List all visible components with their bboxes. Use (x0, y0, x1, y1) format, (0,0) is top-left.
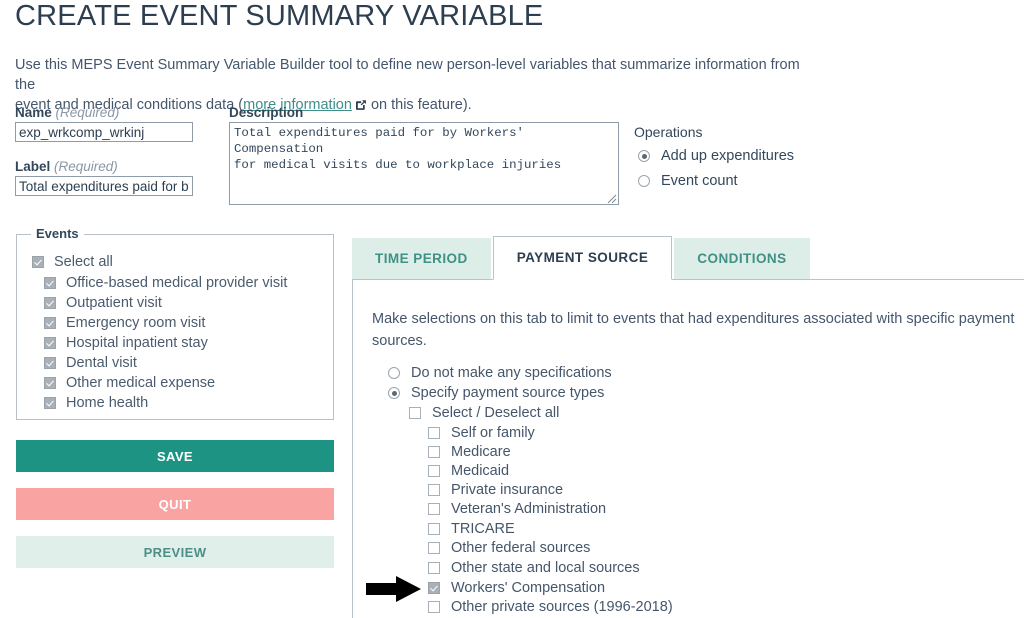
operation-label-add-up-expenditures: Add up expenditures (661, 148, 795, 164)
name-required-note: (Required) (55, 105, 120, 120)
event-item-other-medical-expense[interactable]: Other medical expense (44, 375, 215, 391)
event-item-label: Outpatient visit (66, 295, 162, 311)
payment-source-label: Medicare (451, 444, 511, 460)
payment-source-medicare[interactable]: Medicare (428, 444, 511, 460)
checkbox-icon-other-medical-expense[interactable] (44, 377, 56, 389)
checkbox-icon-tricare[interactable] (428, 523, 440, 535)
annotation-arrow-icon (366, 575, 422, 603)
description-textarea[interactable]: Total expenditures paid for by Workers' … (229, 122, 619, 205)
payment-source-other-federal-sources[interactable]: Other federal sources (428, 540, 590, 556)
events-select-all-label: Select all (54, 254, 113, 270)
quit-button[interactable]: QUIT (16, 488, 334, 520)
checkbox-icon-select-deselect-all[interactable] (409, 407, 421, 419)
checkbox-icon-outpatient-visit[interactable] (44, 297, 56, 309)
payment-source-select-deselect-all-label: Select / Deselect all (432, 405, 560, 421)
event-item-emergency-room-visit[interactable]: Emergency room visit (44, 315, 205, 331)
event-item-home-health[interactable]: Home health (44, 395, 148, 411)
checkbox-icon-home-health[interactable] (44, 397, 56, 409)
checkbox-icon-other-state-and-local-sources[interactable] (428, 562, 440, 574)
payment-source-mode-no-specifications[interactable]: Do not make any specifications (388, 365, 612, 381)
event-item-label: Emergency room visit (66, 315, 206, 331)
event-item-label: Office-based medical provider visit (66, 275, 288, 291)
payment-source-other-state-and-local-sources[interactable]: Other state and local sources (428, 560, 640, 576)
tab-bar: TIME PERIOD PAYMENT SOURCE CONDITIONS (352, 236, 810, 280)
payment-source-mode-specify-types[interactable]: Specify payment source types (388, 385, 604, 401)
payment-source-workers-compensation[interactable]: Workers' Compensation (428, 580, 605, 596)
event-item-label: Other medical expense (66, 375, 216, 391)
checkbox-icon-self-or-family[interactable] (428, 427, 440, 439)
payment-source-private-insurance[interactable]: Private insurance (428, 482, 563, 498)
save-button[interactable]: SAVE (16, 440, 334, 472)
checkbox-icon-workers-compensation[interactable] (428, 582, 440, 594)
payment-source-label: Other state and local sources (451, 560, 640, 576)
checkbox-icon-veterans-administration[interactable] (428, 503, 440, 515)
radio-icon-no-specifications[interactable] (388, 367, 400, 379)
checkbox-icon-medicare[interactable] (428, 446, 440, 458)
checkbox-icon-private-insurance[interactable] (428, 484, 440, 496)
payment-source-mode-label: Specify payment source types (411, 385, 605, 401)
event-item-office-based-medical-provider-visit[interactable]: Office-based medical provider visit (44, 275, 287, 291)
checkbox-icon-medicaid[interactable] (428, 465, 440, 477)
payment-source-label: Private insurance (451, 482, 564, 498)
payment-source-label: Medicaid (451, 463, 510, 479)
checkbox-icon-select-all[interactable] (32, 256, 44, 268)
tab-time-period[interactable]: TIME PERIOD (352, 238, 491, 280)
payment-source-label: Other private sources (1996-2018) (451, 599, 673, 615)
payment-source-label: Self or family (451, 425, 535, 441)
preview-button[interactable]: PREVIEW (16, 536, 334, 568)
payment-source-tricare[interactable]: TRICARE (428, 521, 515, 537)
payment-source-select-deselect-all[interactable]: Select / Deselect all (409, 405, 559, 421)
label-input[interactable] (15, 176, 193, 196)
radio-icon-add-up-expenditures[interactable] (638, 150, 650, 162)
intro-line-2-suffix: on this feature). (366, 97, 472, 113)
intro-paragraph: Use this MEPS Event Summary Variable Bui… (15, 55, 815, 115)
external-link-icon (355, 97, 367, 110)
tab-conditions[interactable]: CONDITIONS (674, 238, 810, 280)
radio-icon-event-count[interactable] (638, 175, 650, 187)
payment-source-label: Veteran's Administration (451, 501, 607, 517)
payment-source-medicaid[interactable]: Medicaid (428, 463, 509, 479)
operation-option-event-count[interactable]: Event count (638, 173, 738, 189)
event-item-outpatient-visit[interactable]: Outpatient visit (44, 295, 162, 311)
events-legend: Events (31, 226, 84, 241)
checkbox-icon-other-private-sources[interactable] (428, 601, 440, 613)
event-item-label: Hospital inpatient stay (66, 335, 208, 351)
label-field-label: Label (Required) (15, 159, 118, 174)
payment-source-label: Workers' Compensation (451, 580, 606, 596)
payment-source-label: TRICARE (451, 521, 515, 537)
event-item-label: Home health (66, 395, 149, 411)
event-item-dental-visit[interactable]: Dental visit (44, 355, 137, 371)
payment-source-mode-label: Do not make any specifications (411, 365, 612, 381)
checkbox-icon-dental-visit[interactable] (44, 357, 56, 369)
payment-source-label: Other federal sources (451, 540, 591, 556)
event-item-hospital-inpatient-stay[interactable]: Hospital inpatient stay (44, 335, 208, 351)
payment-source-other-private-sources[interactable]: Other private sources (1996-2018) (428, 599, 673, 615)
event-item-label: Dental visit (66, 355, 137, 371)
payment-source-description: Make selections on this tab to limit to … (372, 311, 1015, 349)
tab-payment-source[interactable]: PAYMENT SOURCE (492, 236, 673, 280)
name-field-label: Name (Required) (15, 105, 119, 120)
events-select-all-row[interactable]: Select all (32, 254, 113, 270)
checkbox-icon-hospital-inpatient-stay[interactable] (44, 337, 56, 349)
operations-title: Operations (634, 124, 703, 140)
operation-option-add-up-expenditures[interactable]: Add up expenditures (638, 148, 794, 164)
label-label-text: Label (15, 159, 51, 174)
checkbox-icon-emergency-room-visit[interactable] (44, 317, 56, 329)
name-input[interactable] (15, 122, 193, 142)
label-required-note: (Required) (54, 159, 118, 174)
operation-label-event-count: Event count (661, 173, 738, 189)
name-label-text: Name (15, 105, 52, 120)
radio-icon-specify-types[interactable] (388, 387, 400, 399)
intro-line-1: Use this MEPS Event Summary Variable Bui… (15, 57, 800, 93)
checkbox-icon-other-federal-sources[interactable] (428, 542, 440, 554)
checkbox-icon-office-based-medical-provider-visit[interactable] (44, 277, 56, 289)
payment-source-self-or-family[interactable]: Self or family (428, 425, 535, 441)
create-event-summary-variable-page: CREATE EVENT SUMMARY VARIABLE Use this M… (0, 0, 1024, 618)
description-field-label: Description (229, 105, 304, 120)
page-title: CREATE EVENT SUMMARY VARIABLE (15, 0, 544, 32)
payment-source-veterans-administration[interactable]: Veteran's Administration (428, 501, 606, 517)
